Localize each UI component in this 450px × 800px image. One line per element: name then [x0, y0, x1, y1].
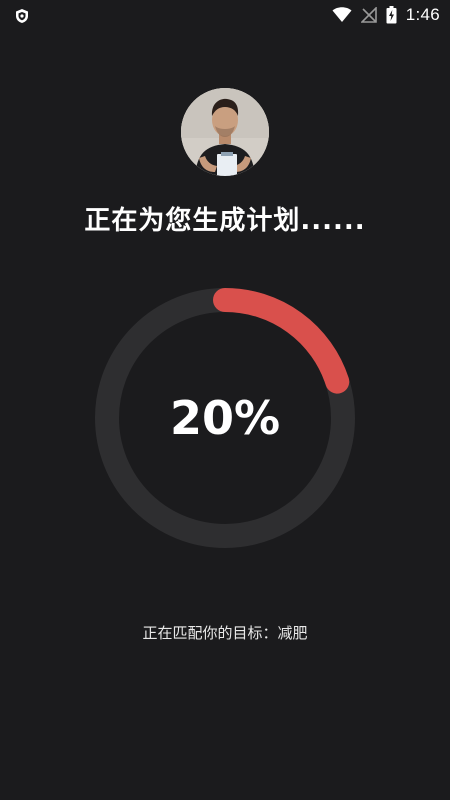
battery-charging-icon: [386, 6, 397, 24]
status-bar: 1:46: [0, 0, 450, 30]
wifi-icon: [332, 7, 352, 22]
goal-prefix: 正在匹配你的目标：: [142, 624, 278, 642]
progress-percent: 20%: [169, 391, 281, 445]
status-time: 1:46: [405, 5, 440, 24]
status-icons: 1:46: [332, 5, 440, 25]
page-title: 正在为您生成计划......: [84, 206, 366, 236]
coach-avatar: [181, 88, 269, 176]
no-signal-icon: [360, 7, 377, 23]
goal-value: 减肥: [277, 624, 308, 642]
shield-icon: [16, 9, 28, 23]
progress-ring: 20%: [95, 288, 355, 548]
coach-photo: [181, 88, 269, 176]
plan-generation-screen: 1:46 正在为您生成计划...... 20% 正在匹配你的目标：减肥: [0, 0, 450, 800]
goal-status: 正在匹配你的目标：减肥: [0, 622, 450, 643]
